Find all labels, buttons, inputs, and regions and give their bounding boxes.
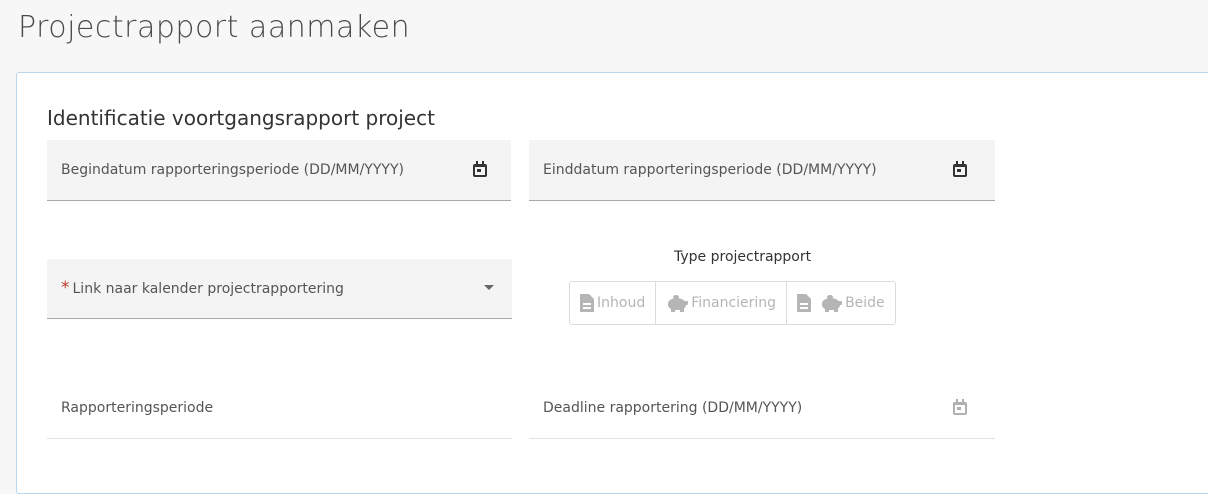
link-kalender-label: Link naar kalender projectrapportering [72, 281, 344, 297]
caret-down-icon[interactable] [484, 285, 494, 290]
deadline-label: Deadline rapportering (DD/MM/YYYY) [543, 400, 803, 416]
einddatum-field[interactable]: Einddatum rapporteringsperiode (DD/MM/YY… [529, 140, 995, 201]
type-financiering-button[interactable]: Financiering [656, 282, 788, 324]
type-projectrapport-toggle: Inhoud Financiering Beide [569, 281, 896, 325]
piggy-bank-icon [820, 294, 843, 312]
type-inhoud-label: Inhoud [597, 295, 646, 311]
rapporteringsperiode-label: Rapporteringsperiode [61, 400, 214, 416]
link-kalender-select[interactable]: * Link naar kalender projectrapportering [47, 259, 512, 319]
report-form-card: Identificatie voortgangsrapport project … [16, 72, 1208, 494]
piggy-bank-icon [666, 294, 689, 312]
document-icon [797, 294, 812, 312]
calendar-icon[interactable] [473, 161, 487, 177]
type-projectrapport-label: Type projectrapport [674, 249, 812, 265]
type-inhoud-button[interactable]: Inhoud [570, 282, 657, 324]
page-title: Projectrapport aanmaken [18, 10, 411, 45]
link-kalender-label-wrap: * Link naar kalender projectrapportering [61, 278, 344, 298]
calendar-icon [953, 399, 967, 415]
type-beide-label: Beide [845, 295, 885, 311]
type-financiering-label: Financiering [691, 295, 777, 311]
required-mark: * [61, 278, 70, 298]
deadline-field[interactable]: Deadline rapportering (DD/MM/YYYY) [529, 378, 995, 439]
rapporteringsperiode-field[interactable]: Rapporteringsperiode [47, 378, 512, 439]
begindatum-field[interactable]: Begindatum rapporteringsperiode (DD/MM/Y… [47, 140, 511, 201]
type-beide-button[interactable]: Beide [787, 282, 895, 324]
document-icon [580, 294, 594, 312]
einddatum-label: Einddatum rapporteringsperiode (DD/MM/YY… [543, 162, 877, 178]
calendar-icon[interactable] [953, 161, 967, 177]
section-title: Identificatie voortgangsrapport project [47, 106, 435, 130]
begindatum-label: Begindatum rapporteringsperiode (DD/MM/Y… [61, 162, 404, 178]
